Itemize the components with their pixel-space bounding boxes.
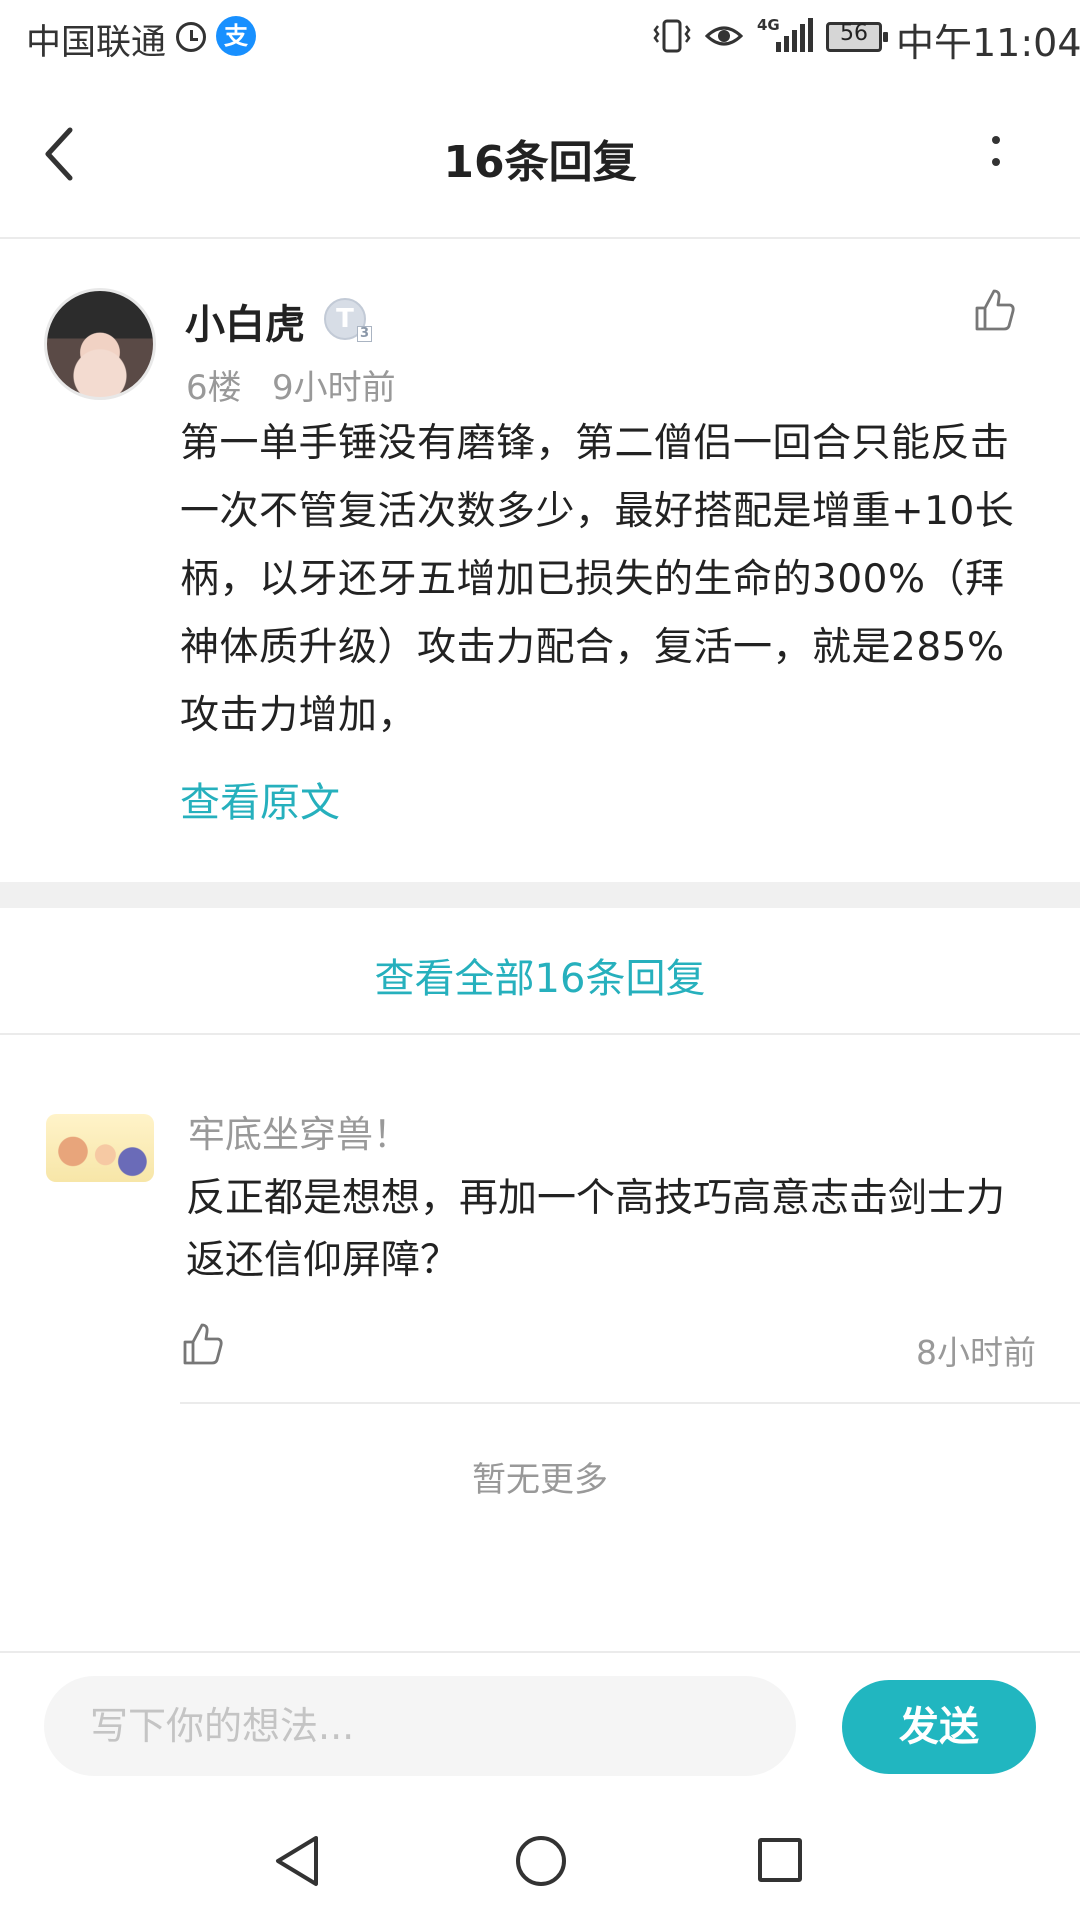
battery-level: 56 [840,21,868,46]
divider [0,237,1080,239]
divider [0,1651,1080,1653]
level-badge-icon: T3 [324,298,372,342]
nav-recent-apps-icon[interactable] [758,1838,802,1882]
post-floor: 6楼 [186,368,242,408]
divider [180,1402,1080,1404]
alarm-icon [176,22,206,52]
reply-author-name[interactable]: 牢底坐穿兽！ [188,1104,410,1158]
alipay-icon: 支 [216,16,256,56]
reply-content: 反正都是想想，再加一个高技巧高意志击剑士力返还信仰屏障？ [186,1176,1006,1283]
view-all-replies-link[interactable]: 查看全部16条回复 [0,946,1080,1004]
view-original-link[interactable]: 查看原文 [180,770,340,828]
vibrate-icon [653,19,691,53]
reply-time: 8小时前 [916,1333,1036,1372]
comment-input[interactable] [44,1676,796,1776]
page-title: 16条回复 [443,137,637,188]
send-button[interactable]: 发送 [842,1680,1036,1774]
carrier-name: 中国联通 [26,23,167,63]
more-options-icon[interactable] [992,136,1000,180]
like-icon[interactable] [974,288,1016,332]
signal-icon [776,18,813,52]
post-content: 第一单手锤没有磨锋，第二僧侣一回合只能反击一次不管复活次数多少，最好搭配是增重+… [180,421,1015,738]
eye-protection-icon [705,26,743,46]
nav-back-icon[interactable] [272,1834,322,1888]
post-author-avatar[interactable] [44,288,156,400]
divider [0,1033,1080,1035]
reply-author-avatar[interactable] [46,1114,154,1182]
post-author-name[interactable]: 小白虎 [185,292,305,350]
post-time: 9小时前 [272,368,396,408]
reply-like-icon[interactable] [182,1322,224,1366]
section-separator [0,882,1080,908]
back-arrow-icon[interactable] [40,126,80,182]
status-time: 中午11:04 [896,21,1080,65]
nav-home-icon[interactable] [516,1836,566,1886]
no-more-label: 暂无更多 [472,1460,608,1500]
